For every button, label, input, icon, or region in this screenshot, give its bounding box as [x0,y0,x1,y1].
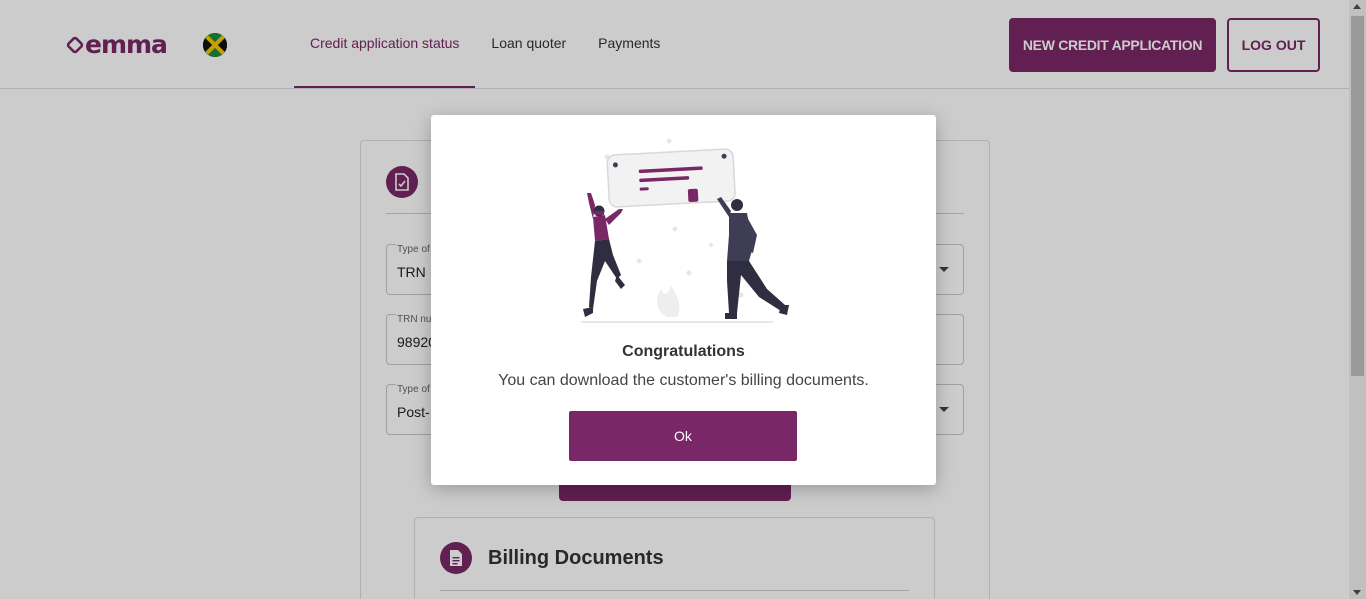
dialog-message: You can download the customer's billing … [498,372,869,389]
dialog-title: Congratulations [622,343,745,360]
celebration-illustration [581,138,789,323]
congratulations-dialog: Congratulations You can download the cus… [431,115,936,485]
ok-button[interactable]: Ok [569,411,797,461]
